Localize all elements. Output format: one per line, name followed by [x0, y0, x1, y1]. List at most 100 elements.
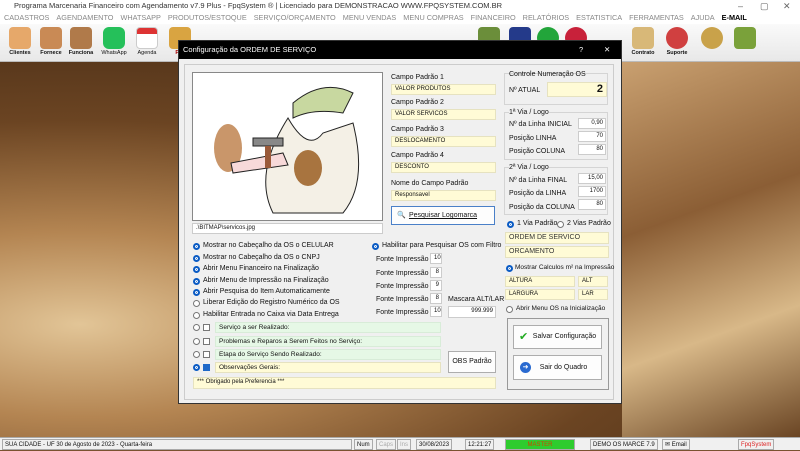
carpenter-illustration	[214, 86, 360, 214]
campo4-input[interactable]: DESCONTO	[391, 162, 496, 173]
menu-produtos[interactable]: PRODUTOS/ESTOQUE	[168, 13, 247, 22]
fonte5-label: Fonte Impressão 5	[376, 309, 435, 316]
logo-image[interactable]	[192, 72, 383, 221]
option-celular-radio[interactable]	[193, 243, 200, 250]
via1-posicao-coluna-input[interactable]: 80	[578, 144, 606, 155]
menu-agendamento[interactable]: AGENDAMENTO	[56, 13, 113, 22]
campo2-input[interactable]: VALOR SERVICOS	[391, 109, 496, 120]
whatsapp-button[interactable]: WhatsApp	[99, 27, 129, 61]
problemas-radio[interactable]	[193, 338, 200, 345]
whatsapp-icon	[103, 27, 125, 49]
filtro-radio[interactable]	[372, 243, 379, 250]
contrato-button[interactable]: Contrato	[628, 27, 658, 61]
altura-input[interactable]: ALTURA	[505, 276, 575, 287]
minimize-button[interactable]: –	[738, 0, 743, 12]
dialog-close-button[interactable]: ✕	[604, 41, 610, 59]
funciona-button[interactable]: Funciona	[66, 27, 96, 61]
two-vias-label: 2 Vias Padrão	[567, 220, 611, 227]
image-path-field[interactable]: .\BITMAP\servicos.jpg	[192, 223, 383, 234]
etapa-radio[interactable]	[193, 351, 200, 358]
agenda-label: Agenda	[137, 50, 157, 56]
titulo-os-input[interactable]: ORDEM DE SERVICO	[505, 232, 609, 244]
campo2-label: Campo Padrão 2	[391, 99, 444, 106]
status-date: 30/08/2023	[416, 439, 453, 450]
magnifier-icon: 🔍	[397, 212, 406, 219]
fonte5-input[interactable]: 10	[430, 306, 442, 317]
menu-email[interactable]: E-MAIL	[722, 13, 747, 22]
menu-cadastros[interactable]: CADASTROS	[4, 13, 49, 22]
users-icon	[9, 27, 31, 49]
servico-radio[interactable]	[193, 324, 200, 331]
titulo-orcamento-input[interactable]: ORCAMENTO	[505, 246, 609, 258]
option-liberar-edicao-radio[interactable]	[193, 300, 200, 307]
menu-vendas[interactable]: MENU VENDAS	[343, 13, 397, 22]
calendar-icon	[136, 27, 158, 49]
email-icon: ✉	[665, 442, 672, 448]
via2-posicao-coluna-input[interactable]: 80	[578, 199, 606, 210]
via2-posicao-linha-label: Posição da LINHA	[509, 190, 567, 197]
exit-button[interactable]	[730, 27, 760, 61]
salvar-configuracao-button[interactable]: ✔ Salvar Configuração	[513, 325, 602, 349]
via2-posicao-linha-input[interactable]: 1700	[578, 186, 606, 197]
fornece-button[interactable]: Fornece	[36, 27, 66, 61]
observacoes-radio[interactable]	[193, 364, 200, 371]
coin-button[interactable]	[697, 27, 727, 61]
observacoes-checkbox[interactable]	[203, 364, 210, 371]
obrigado-field[interactable]: *** Obrigado pela Preferencia ***	[193, 377, 496, 389]
fonte4-input[interactable]: 8	[430, 293, 442, 304]
help-button[interactable]: ?	[579, 41, 583, 59]
via1-posicao-coluna-label: Posição COLUNA	[509, 148, 566, 155]
servico-field[interactable]: Serviço a ser Realizado:	[215, 322, 441, 333]
mostrar-calculos-radio[interactable]	[506, 265, 513, 272]
problemas-checkbox[interactable]	[203, 338, 210, 345]
fonte2-input[interactable]: 8	[430, 267, 442, 278]
nome-campo-input[interactable]: Responsavel	[391, 190, 496, 201]
option-entrada-caixa-radio[interactable]	[193, 312, 200, 319]
mascara-label: Mascara ALT/LAR	[448, 296, 505, 303]
menu-compras[interactable]: MENU COMPRAS	[403, 13, 463, 22]
status-email[interactable]: ✉ Email	[662, 439, 690, 450]
clientes-button[interactable]: Clientes	[5, 27, 35, 61]
alt-input[interactable]: ALT	[578, 276, 608, 287]
abrir-menu-os-radio[interactable]	[506, 306, 513, 313]
suporte-button[interactable]: Suporte	[662, 27, 692, 61]
via1-linha-inicial-input[interactable]: 0,90	[578, 118, 606, 129]
menu-estatistica[interactable]: ESTATISTICA	[576, 13, 622, 22]
menu-whatsapp[interactable]: WHATSAPP	[120, 13, 160, 22]
etapa-field[interactable]: Etapa do Serviço Sendo Realizado:	[215, 349, 441, 360]
two-vias-radio[interactable]	[557, 221, 564, 228]
agenda-button[interactable]: Agenda	[132, 27, 162, 61]
pesquisar-logomarca-button[interactable]: 🔍 Pesquisar Logomarca	[391, 206, 495, 225]
servico-checkbox[interactable]	[203, 324, 210, 331]
menu-relatorios[interactable]: RELATÓRIOS	[523, 13, 570, 22]
via1-posicao-linha-input[interactable]: 70	[578, 131, 606, 142]
via1-title: 1ª Via / Logo	[509, 109, 549, 116]
option-impressao-radio[interactable]	[193, 278, 200, 285]
problemas-field[interactable]: Problemas e Reparos a Serem Feitos no Se…	[215, 336, 441, 347]
sair-do-quadro-button[interactable]: ➜ Sair do Quadro	[513, 355, 602, 380]
maximize-button[interactable]: ▢	[760, 0, 769, 12]
etapa-checkbox[interactable]	[203, 351, 210, 358]
largura-input[interactable]: LARGURA	[505, 289, 575, 300]
menu-servico[interactable]: SERVIÇO/ORÇAMENTO	[254, 13, 336, 22]
campo4-label: Campo Padrão 4	[391, 152, 444, 159]
option-financeiro-radio[interactable]	[193, 266, 200, 273]
option-cnpj-radio[interactable]	[193, 255, 200, 262]
option-pesquisa-item-radio[interactable]	[193, 289, 200, 296]
close-button[interactable]: ✕	[783, 0, 791, 12]
observacoes-field[interactable]: Observações Gerais:	[215, 362, 441, 373]
fonte3-input[interactable]: 9	[430, 280, 442, 291]
numero-atual-input[interactable]: 2	[547, 82, 607, 97]
mascara-input[interactable]: 999.999	[448, 306, 496, 318]
campo3-input[interactable]: DESLOCAMENTO	[391, 136, 496, 147]
menu-ferramentas[interactable]: FERRAMENTAS	[629, 13, 684, 22]
fonte1-input[interactable]: 10	[430, 253, 442, 264]
via2-linha-final-input[interactable]: 15,00	[578, 173, 606, 184]
campo1-input[interactable]: VALOR PRODUTOS	[391, 84, 496, 95]
menu-ajuda[interactable]: AJUDA	[691, 13, 715, 22]
lar-input[interactable]: LAR	[578, 289, 608, 300]
menu-financeiro[interactable]: FINANCEIRO	[471, 13, 516, 22]
status-brand: FpqSystem	[738, 439, 775, 450]
obs-padrao-button[interactable]: OBS Padrão	[448, 351, 496, 373]
one-via-radio[interactable]	[507, 221, 514, 228]
